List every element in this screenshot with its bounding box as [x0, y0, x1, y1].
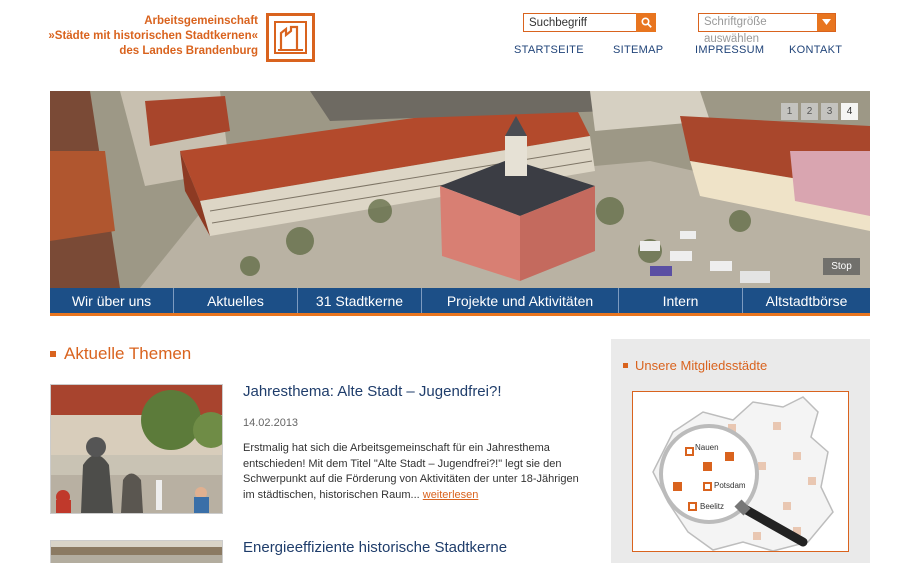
article-title[interactable]: Energieeffiziente historische Stadtkerne [243, 539, 507, 556]
article-date: 14.02.2013 [243, 417, 299, 429]
read-more-link[interactable]: weiterlesen [423, 489, 479, 501]
nav-intern[interactable]: Intern [619, 288, 743, 313]
sidebar-title: Unsere Mitgliedsstädte [623, 358, 767, 373]
top-nav: STARTSEITE SITEMAP IMPRESSUM KONTAKT [0, 44, 900, 60]
slideshow-stop-button[interactable]: Stop [823, 258, 860, 275]
top-nav-sitemap[interactable]: SITEMAP [613, 44, 663, 56]
search-icon [640, 17, 652, 28]
logo-line-2: »Städte mit historischen Stadtkernen« [48, 30, 258, 42]
top-nav-startseite[interactable]: STARTSEITE [514, 44, 584, 56]
section-title: Aktuelle Themen [50, 344, 191, 364]
nav-stadtkerne[interactable]: 31 Stadtkerne [298, 288, 422, 313]
dropdown-arrow-icon [817, 14, 835, 31]
pager-button-3[interactable]: 3 [821, 103, 838, 120]
map-label-nauen[interactable]: Nauen [695, 443, 719, 452]
nav-altstadtboerse[interactable]: Altstadtbörse [743, 288, 870, 313]
sidebar-title-text: Unsere Mitgliedsstädte [635, 358, 768, 373]
top-nav-kontakt[interactable]: KONTAKT [789, 44, 842, 56]
slideshow-pager: 1 2 3 4 [781, 103, 858, 120]
top-nav-impressum[interactable]: IMPRESSUM [695, 44, 764, 56]
font-size-select-label: Schriftgröße auswählen [704, 16, 767, 45]
main-nav: Wir über uns Aktuelles 31 Stadtkerne Pro… [50, 288, 870, 316]
hero-image[interactable] [50, 91, 870, 288]
article-title[interactable]: Jahresthema: Alte Stadt – Jugendfrei?! [243, 383, 502, 400]
bullet-icon [623, 363, 628, 368]
article-thumbnail[interactable] [50, 384, 223, 514]
font-size-select[interactable]: Schriftgröße auswählen [698, 13, 836, 45]
nav-wir-ueber-uns[interactable]: Wir über uns [50, 288, 174, 313]
article-thumbnail[interactable] [50, 540, 223, 563]
map-label-beelitz[interactable]: Beelitz [700, 502, 724, 511]
nav-aktuelles[interactable]: Aktuelles [174, 288, 298, 313]
bullet-icon [50, 351, 56, 357]
pager-button-4[interactable]: 4 [841, 103, 858, 120]
article-teaser: Erstmalig hat sich die Arbeitsgemeinscha… [243, 441, 588, 503]
search-button[interactable] [636, 13, 656, 32]
map-label-potsdam[interactable]: Potsdam [714, 481, 746, 490]
pager-button-1[interactable]: 1 [781, 103, 798, 120]
nav-projekte[interactable]: Projekte und Aktivitäten [422, 288, 619, 313]
search-box [523, 13, 656, 32]
sidebar-member-cities: Unsere Mitgliedsstädte Nauen Potsdam Bee… [611, 339, 870, 563]
pager-button-2[interactable]: 2 [801, 103, 818, 120]
section-title-text: Aktuelle Themen [64, 344, 192, 363]
logo-line-1: Arbeitsgemeinschaft [144, 15, 258, 27]
member-cities-map[interactable]: Nauen Potsdam Beelitz [632, 391, 849, 552]
search-input[interactable] [523, 13, 636, 32]
article-teaser-text: Erstmalig hat sich die Arbeitsgemeinscha… [243, 442, 579, 501]
